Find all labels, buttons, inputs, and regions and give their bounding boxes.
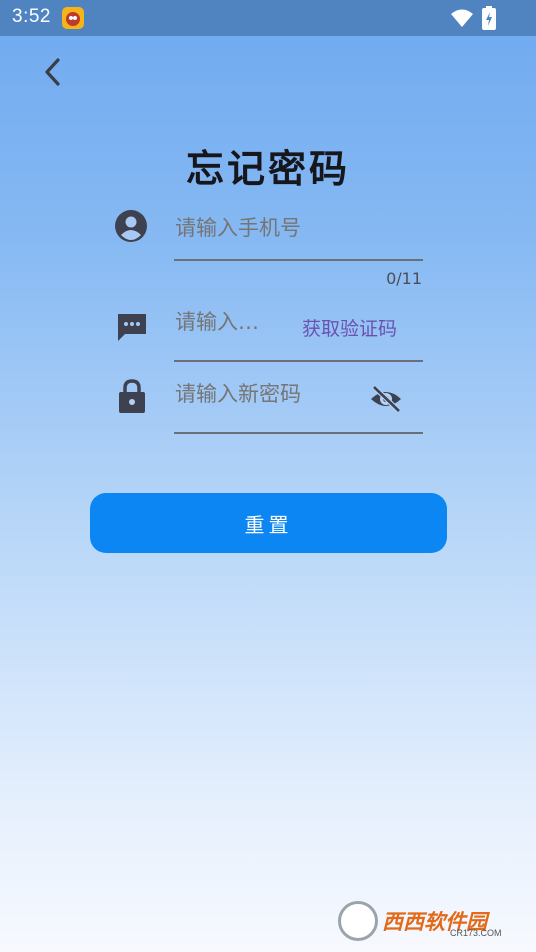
verification-code-input[interactable] (175, 306, 285, 338)
watermark-sub: CR173.COM (450, 928, 502, 938)
battery-charging-icon (482, 6, 496, 34)
sms-icon (116, 311, 150, 345)
new-password-input[interactable] (175, 378, 355, 410)
account-circle-icon (114, 209, 148, 243)
phone-input-underline (174, 259, 423, 261)
chevron-left-icon (45, 58, 60, 86)
password-input-underline (174, 432, 423, 434)
get-code-button[interactable]: 获取验证码 (302, 314, 397, 341)
back-button[interactable] (34, 54, 70, 90)
code-input-underline (174, 360, 423, 362)
status-time: 3:52 (12, 6, 51, 27)
password-visibility-toggle[interactable] (369, 384, 403, 418)
status-bar: 3:52 (0, 0, 536, 36)
eye-off-icon (371, 385, 401, 413)
wifi-icon (450, 8, 474, 32)
reset-button[interactable]: 重置 (90, 493, 447, 553)
app-notification-icon (62, 7, 84, 29)
page-title: 忘记密码 (185, 147, 350, 191)
lock-icon (118, 378, 152, 413)
phone-char-counter: 0/11 (386, 269, 422, 288)
phone-input[interactable] (175, 212, 415, 244)
watermark-logo-icon (338, 901, 378, 941)
